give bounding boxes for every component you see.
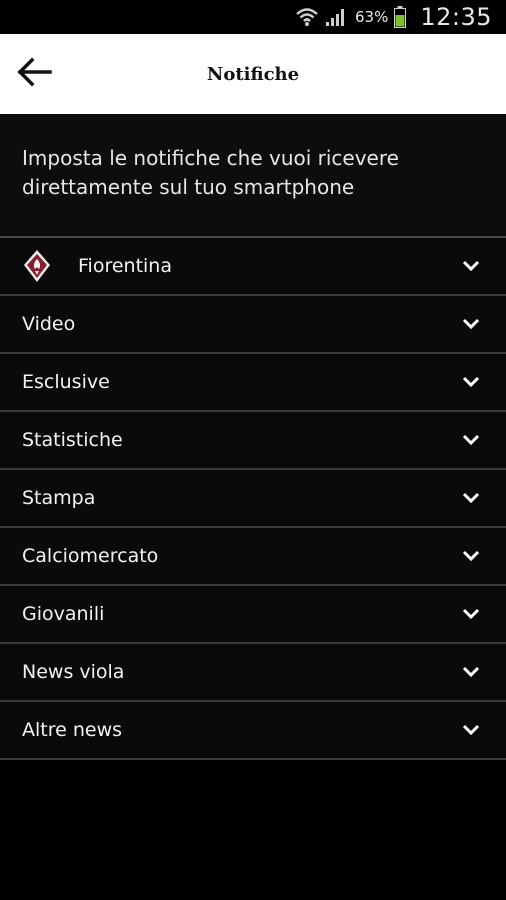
page-title: Notifiche	[206, 63, 300, 85]
chevron-down-icon[interactable]	[460, 719, 482, 741]
list-item-label: Statistiche	[22, 429, 123, 451]
list-item-calciomercato[interactable]: Calciomercato	[0, 528, 506, 586]
list-item-esclusive[interactable]: Esclusive	[0, 354, 506, 412]
list-item-news-viola[interactable]: News viola	[0, 644, 506, 702]
clock: 12:35	[420, 3, 492, 31]
list-item-giovanili[interactable]: Giovanili	[0, 586, 506, 644]
list-item-video[interactable]: Video	[0, 296, 506, 354]
chevron-down-icon[interactable]	[460, 545, 482, 567]
wifi-icon	[295, 6, 319, 28]
list-item-label: Calciomercato	[22, 545, 159, 567]
fiorentina-logo-icon	[22, 249, 52, 283]
list-item-label: Giovanili	[22, 603, 105, 625]
notification-list: Fiorentina Video Esclusive Statistiche S…	[0, 238, 506, 760]
list-item-altre-news[interactable]: Altre news	[0, 702, 506, 760]
chevron-down-icon[interactable]	[460, 603, 482, 625]
back-button[interactable]	[12, 52, 56, 96]
app-header: Notifiche	[0, 34, 506, 114]
list-item-stampa[interactable]: Stampa	[0, 470, 506, 528]
chevron-down-icon[interactable]	[460, 313, 482, 335]
list-item-statistiche[interactable]: Statistiche	[0, 412, 506, 470]
status-bar: 63% 12:35	[0, 0, 506, 34]
arrow-left-icon	[16, 57, 52, 91]
chevron-down-icon[interactable]	[460, 429, 482, 451]
list-item-label: Altre news	[22, 719, 123, 741]
list-item-label: News viola	[22, 661, 125, 683]
list-item-label: Video	[22, 313, 76, 335]
chevron-down-icon[interactable]	[460, 255, 482, 277]
chevron-down-icon[interactable]	[460, 487, 482, 509]
battery-icon	[394, 6, 407, 28]
chevron-down-icon[interactable]	[460, 661, 482, 683]
list-item-label: Stampa	[22, 487, 96, 509]
list-item-label: Fiorentina	[78, 255, 172, 277]
battery-percent: 63%	[354, 8, 389, 26]
list-item-label: Esclusive	[22, 371, 110, 393]
list-item-fiorentina[interactable]: Fiorentina	[0, 238, 506, 296]
signal-icon	[325, 7, 347, 27]
intro-text: Imposta le notifiche che vuoi ricevere d…	[0, 114, 506, 238]
chevron-down-icon[interactable]	[460, 371, 482, 393]
